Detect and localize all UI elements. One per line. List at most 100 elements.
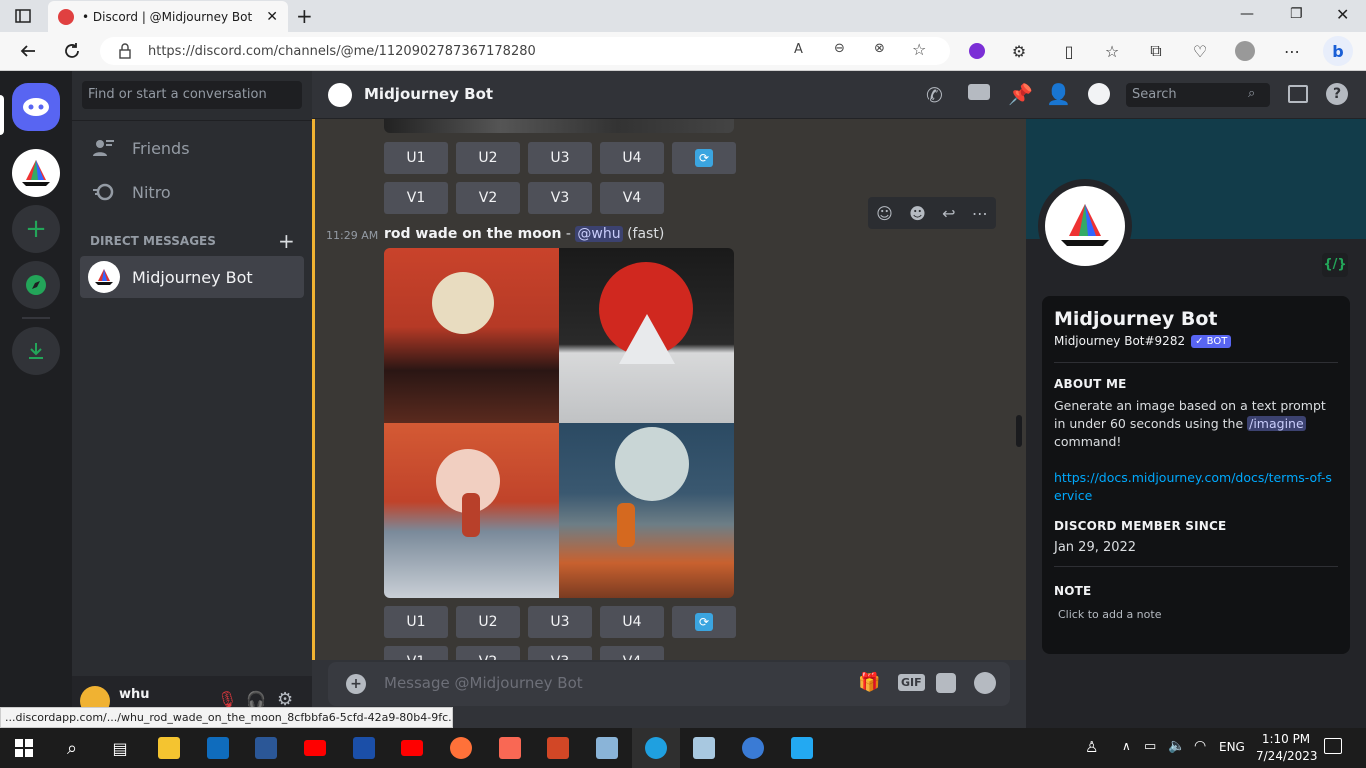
app-directory-icon[interactable]: {/} — [1322, 253, 1348, 277]
v3-button[interactable]: V3 — [528, 182, 592, 214]
firefox-icon[interactable] — [436, 728, 486, 768]
v4-button[interactable]: V4 — [600, 182, 664, 214]
v1-button[interactable]: V1 — [384, 182, 448, 214]
back-icon[interactable] — [15, 38, 41, 64]
tab-actions-icon[interactable] — [14, 7, 32, 25]
clock[interactable]: 1:10 PM 7/24/2023 — [1256, 731, 1318, 765]
imagine-command[interactable]: /imagine — [1247, 416, 1306, 431]
reload-icon[interactable] — [59, 38, 85, 64]
v4-button[interactable]: V4 — [600, 646, 664, 660]
previous-image-grid[interactable] — [384, 119, 734, 133]
close-tab-icon[interactable]: ✕ — [266, 9, 278, 25]
zoom-icon[interactable]: ⊖ — [834, 41, 845, 56]
video-call-icon[interactable] — [968, 84, 990, 100]
paint-icon[interactable] — [582, 728, 632, 768]
youtube-icon-2[interactable] — [388, 728, 436, 768]
v3-button[interactable]: V3 — [528, 646, 592, 660]
create-dm-plus-icon[interactable]: + — [278, 229, 295, 253]
profile-avatar[interactable] — [1045, 186, 1125, 266]
extension-icon[interactable] — [964, 38, 990, 64]
sidebar-item-friends[interactable]: Friends — [72, 127, 304, 169]
v2-button[interactable]: V2 — [456, 182, 520, 214]
file-explorer-icon[interactable] — [144, 728, 194, 768]
favorites-icon[interactable]: ☆ — [1099, 38, 1125, 64]
edge-icon[interactable] — [632, 728, 680, 768]
v2-button[interactable]: V2 — [456, 646, 520, 660]
powerpoint-icon[interactable] — [534, 728, 582, 768]
find-conversation-input[interactable]: Find or start a conversation — [82, 81, 302, 109]
u3-button[interactable]: U3 — [528, 142, 592, 174]
notifications-icon[interactable] — [1324, 738, 1342, 754]
gif-button[interactable]: GIF — [898, 674, 925, 691]
user-profile-toggle-icon[interactable] — [1088, 83, 1110, 105]
gift-icon[interactable]: 🎁 — [858, 672, 880, 693]
search-input[interactable]: Search ⌕ — [1126, 83, 1270, 107]
u3-button[interactable]: U3 — [528, 606, 592, 638]
bing-copilot-icon[interactable]: b — [1323, 36, 1353, 66]
address-bar[interactable]: https://discord.com/channels/@me/1120902… — [100, 37, 950, 65]
reroll-button[interactable]: ⟳ — [672, 606, 736, 638]
read-aloud-icon[interactable]: A — [794, 42, 803, 57]
add-favorite-icon[interactable]: ☆ — [912, 40, 926, 59]
minimize-icon[interactable]: — — [1240, 6, 1254, 22]
u4-button[interactable]: U4 — [600, 606, 664, 638]
profile-avatar-icon[interactable] — [1232, 38, 1258, 64]
vscode-icon[interactable] — [778, 728, 826, 768]
u2-button[interactable]: U2 — [456, 142, 520, 174]
midjourney-server-button[interactable] — [12, 149, 60, 197]
message-input[interactable]: + Message @Midjourney Bot 🎁 GIF — [328, 662, 1010, 706]
add-server-button[interactable]: + — [12, 205, 60, 253]
discord-home-button[interactable] — [12, 83, 60, 131]
u1-button[interactable]: U1 — [384, 606, 448, 638]
word-icon[interactable] — [242, 728, 290, 768]
u1-button[interactable]: U1 — [384, 142, 448, 174]
app-icon-blue[interactable] — [340, 728, 388, 768]
tracking-icon[interactable]: ⊗ — [874, 41, 885, 56]
emoji-icon[interactable] — [974, 672, 996, 694]
add-reaction-icon[interactable]: ☺ — [876, 204, 893, 223]
attach-plus-icon[interactable]: + — [346, 674, 366, 694]
terms-link[interactable]: https://docs.midjourney.com/docs/terms-o… — [1054, 469, 1338, 505]
notepad-icon[interactable] — [680, 728, 728, 768]
download-apps-button[interactable] — [12, 327, 60, 375]
volume-icon[interactable]: 🔈 — [1168, 738, 1185, 754]
webex-icon[interactable] — [728, 728, 778, 768]
reroll-button[interactable]: ⟳ — [672, 142, 736, 174]
new-tab-icon[interactable]: + — [296, 4, 313, 28]
extensions-puzzle-icon[interactable]: ⚙ — [1006, 38, 1032, 64]
window-close-icon[interactable]: ✕ — [1336, 5, 1349, 24]
sticker-icon[interactable] — [936, 673, 956, 693]
restore-icon[interactable]: ❐ — [1290, 6, 1303, 22]
people-icon[interactable]: ♙ — [1085, 738, 1098, 756]
pinned-messages-icon[interactable]: 📌 — [1008, 82, 1033, 106]
u2-button[interactable]: U2 — [456, 606, 520, 638]
collections-icon[interactable]: ⧉ — [1143, 38, 1169, 64]
dm-item-midjourney-bot[interactable]: Midjourney Bot — [80, 256, 304, 298]
settings-more-icon[interactable]: ⋯ — [1279, 38, 1305, 64]
u4-button[interactable]: U4 — [600, 142, 664, 174]
more-options-icon[interactable]: ⋯ — [972, 204, 988, 223]
voice-call-icon[interactable]: ✆ — [926, 83, 943, 107]
search-taskbar-icon[interactable]: ⌕ — [48, 728, 96, 768]
language-indicator[interactable]: ENG — [1219, 740, 1245, 754]
chat-scrollbar-thumb[interactable] — [1016, 415, 1022, 447]
split-screen-icon[interactable]: ▯ — [1056, 38, 1082, 64]
outlook-icon[interactable] — [194, 728, 242, 768]
task-view-icon[interactable]: ▤ — [96, 728, 144, 768]
add-super-reaction-icon[interactable]: ☻ — [909, 204, 926, 223]
add-friends-icon[interactable]: 👤 — [1046, 82, 1071, 106]
note-input[interactable]: Click to add a note — [1058, 608, 1161, 621]
browser-tab[interactable]: • Discord | @Midjourney Bot ✕ — [48, 1, 288, 32]
explore-servers-button[interactable] — [12, 261, 60, 309]
browser-essentials-icon[interactable]: ♡ — [1187, 38, 1213, 64]
show-hidden-icons-chevron[interactable]: ∧ — [1122, 739, 1131, 753]
sidebar-item-nitro[interactable]: Nitro — [72, 171, 304, 213]
help-icon[interactable]: ? — [1326, 83, 1348, 105]
reply-icon[interactable]: ↩ — [942, 204, 955, 223]
v1-button[interactable]: V1 — [384, 646, 448, 660]
youtube-icon[interactable] — [290, 728, 340, 768]
battery-icon[interactable]: ▭ — [1144, 739, 1156, 754]
generated-image-grid[interactable] — [384, 248, 734, 598]
start-button[interactable] — [0, 728, 48, 768]
user-mention[interactable]: @whu — [575, 226, 623, 242]
